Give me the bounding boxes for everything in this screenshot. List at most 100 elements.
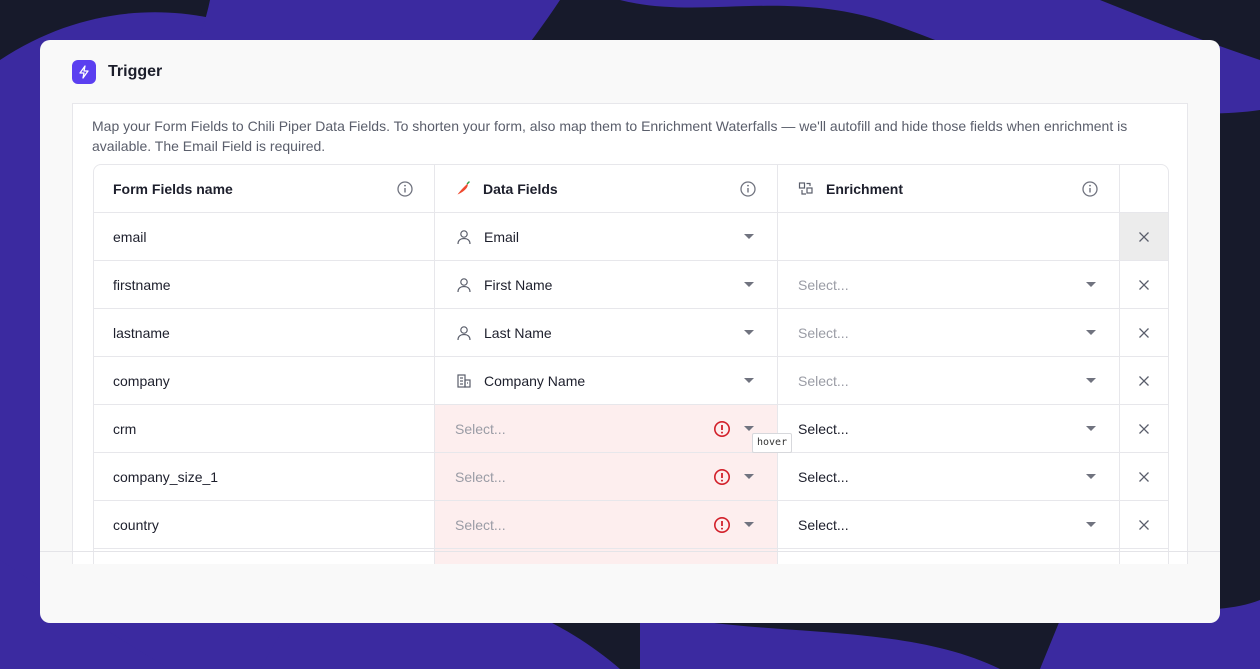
data-field-value: Select... <box>455 468 506 485</box>
enrichment-value: Select... <box>798 324 849 341</box>
enrichment-select[interactable]: Select... <box>778 405 1120 452</box>
chili-pepper-icon <box>455 180 471 197</box>
person-icon <box>455 276 473 294</box>
chevron-down-icon <box>744 234 754 239</box>
data-field-value: First Name <box>484 276 553 293</box>
error-icon <box>714 421 730 437</box>
form-field-cell: company <box>94 357 435 404</box>
chevron-down-icon <box>1086 522 1096 527</box>
hover-tooltip: hover <box>752 433 793 453</box>
table-row: company Company Name Select... <box>94 357 1168 405</box>
info-icon[interactable] <box>396 180 414 198</box>
remove-row-button[interactable] <box>1120 501 1168 548</box>
table-row: country Select... Select... <box>94 501 1168 549</box>
enrichment-icon <box>798 181 814 197</box>
form-field-cell: country <box>94 501 435 548</box>
data-field-value: Select... <box>455 516 506 533</box>
form-field-cell: lastname <box>94 309 435 356</box>
form-field-name: firstname <box>113 276 171 293</box>
data-field-value: Last Name <box>484 324 552 341</box>
enrichment-select[interactable]: Select... <box>778 309 1120 356</box>
mapping-panel: Map your Form Fields to Chili Piper Data… <box>72 103 1188 564</box>
form-field-name: crm <box>113 420 137 437</box>
data-field-select-error[interactable]: Select... <box>435 501 778 548</box>
person-icon <box>455 228 473 246</box>
table-row: lastname Last Name Select... <box>94 309 1168 357</box>
remove-row-button[interactable] <box>1120 213 1168 260</box>
remove-row-button[interactable] <box>1120 309 1168 356</box>
close-icon <box>1139 375 1149 386</box>
column-header-form-fields: Form Fields name <box>94 165 435 212</box>
data-field-select[interactable]: Email <box>435 213 778 260</box>
card-header: Trigger <box>72 60 162 84</box>
form-field-name: lastname <box>113 324 170 341</box>
enrichment-value: Select... <box>798 468 849 485</box>
column-header-label: Enrichment <box>826 180 904 197</box>
chevron-down-icon <box>744 282 754 287</box>
table-row: company_size_1 Select... Select... <box>94 453 1168 501</box>
column-header-enrichment: Enrichment <box>778 165 1120 212</box>
form-field-cell: email <box>94 213 435 260</box>
chevron-down-icon <box>744 378 754 383</box>
enrichment-value: Select... <box>798 420 849 437</box>
enrichment-select[interactable]: Select... <box>778 357 1120 404</box>
enrichment-value: Select... <box>798 372 849 389</box>
chevron-down-icon <box>1086 282 1096 287</box>
data-field-select[interactable]: Last Name <box>435 309 778 356</box>
enrichment-select[interactable]: Select... <box>778 261 1120 308</box>
chevron-down-icon <box>1086 330 1096 335</box>
person-icon <box>455 324 473 342</box>
data-field-select[interactable]: First Name <box>435 261 778 308</box>
data-field-value: Company Name <box>484 372 586 389</box>
chevron-down-icon <box>744 330 754 335</box>
card-title: Trigger <box>108 63 163 80</box>
data-field-value: Select... <box>455 420 506 437</box>
mapping-description: Map your Form Fields to Chili Piper Data… <box>92 118 1128 154</box>
table-header-row: Form Fields name Data Fields Enrichment <box>94 165 1168 213</box>
building-icon <box>455 372 473 390</box>
mapping-table: Form Fields name Data Fields Enrichment <box>93 164 1169 564</box>
enrichment-value: Select... <box>798 276 849 293</box>
form-field-name: country <box>113 516 159 533</box>
chevron-down-icon <box>1086 474 1096 479</box>
column-header-actions <box>1120 165 1168 212</box>
data-field-select[interactable]: Company Name <box>435 357 778 404</box>
column-header-label: Form Fields name <box>113 180 233 197</box>
chevron-down-icon <box>744 522 754 527</box>
enrichment-select[interactable]: Select... <box>778 453 1120 500</box>
error-icon <box>714 517 730 533</box>
close-icon <box>1139 519 1149 530</box>
table-row: email Email <box>94 213 1168 261</box>
close-icon <box>1139 231 1149 242</box>
data-field-value: Email <box>484 228 520 245</box>
close-icon <box>1139 423 1149 434</box>
form-field-name: company_size_1 <box>113 468 219 485</box>
close-icon <box>1139 327 1149 338</box>
remove-row-button[interactable] <box>1120 261 1168 308</box>
enrichment-select-empty <box>778 213 1120 260</box>
form-field-cell: crm <box>94 405 435 452</box>
info-icon[interactable] <box>739 180 757 198</box>
info-icon[interactable] <box>1081 180 1099 198</box>
close-icon <box>1139 471 1149 482</box>
column-header-label: Data Fields <box>483 180 558 197</box>
data-field-select-error[interactable]: Select... <box>435 405 778 452</box>
remove-row-button[interactable] <box>1120 357 1168 404</box>
table-row: crm Select... Select... <box>94 405 1168 453</box>
table-row: firstname First Name Select... <box>94 261 1168 309</box>
form-field-cell: firstname <box>94 261 435 308</box>
form-field-name: company <box>113 372 170 389</box>
chevron-down-icon <box>1086 426 1096 431</box>
chevron-down-icon <box>744 474 754 479</box>
lightning-icon <box>72 60 96 84</box>
remove-row-button[interactable] <box>1120 453 1168 500</box>
enrichment-select[interactable]: Select... <box>778 501 1120 548</box>
chevron-down-icon <box>744 426 754 431</box>
remove-row-button[interactable] <box>1120 405 1168 452</box>
footer-divider <box>40 551 1220 552</box>
chevron-down-icon <box>1086 378 1096 383</box>
column-header-data-fields: Data Fields <box>435 165 778 212</box>
close-icon <box>1139 279 1149 290</box>
error-icon <box>714 469 730 485</box>
data-field-select-error[interactable]: Select... <box>435 453 778 500</box>
